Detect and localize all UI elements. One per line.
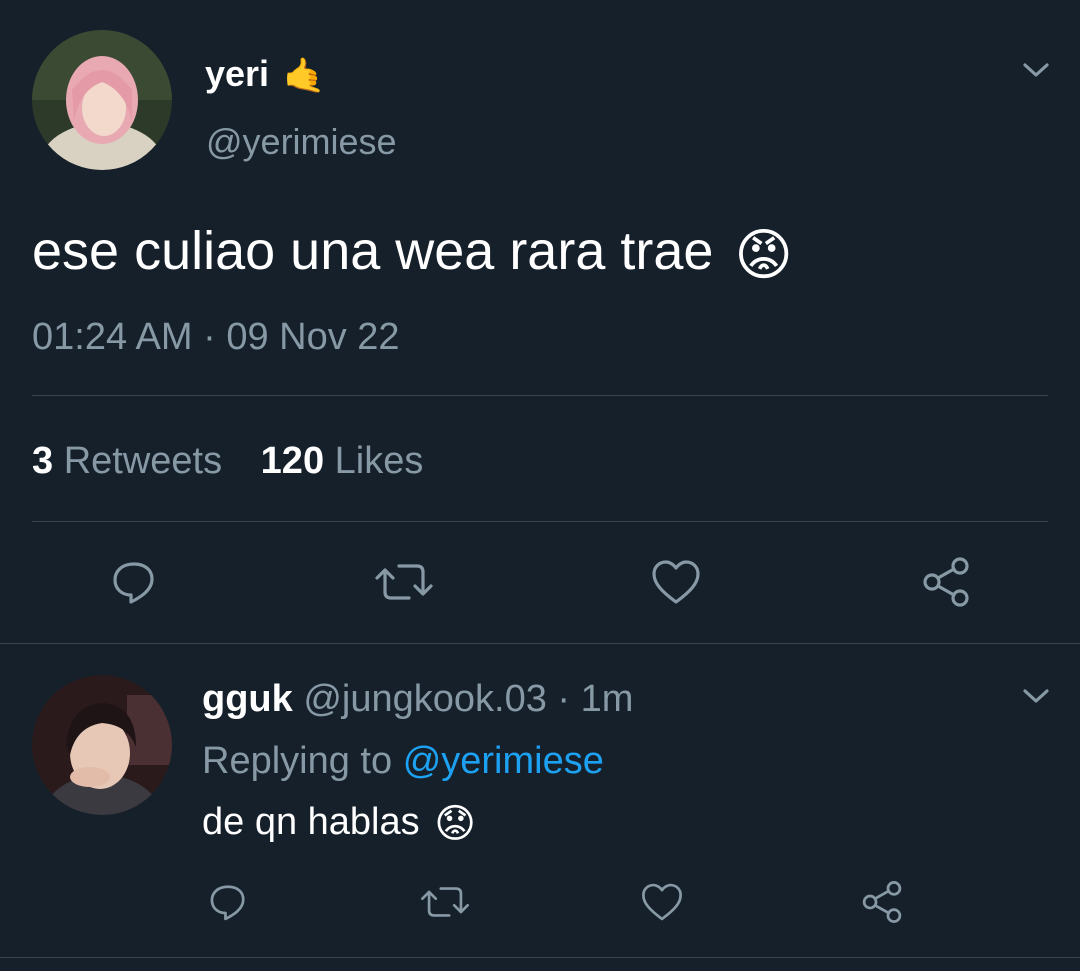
tweet-stats: 3 Retweets 120 Likes [32, 438, 423, 484]
divider [0, 957, 1080, 958]
reply-menu-chevron-icon[interactable] [1018, 678, 1054, 714]
like-icon [642, 883, 682, 921]
reply-like-button[interactable] [636, 878, 688, 926]
reply-icon [113, 562, 154, 604]
retweets-stat[interactable]: 3 Retweets [32, 440, 233, 482]
replying-to-handle[interactable]: @yerimiese [403, 740, 604, 782]
tweet-like-button[interactable] [646, 554, 706, 610]
tweet-text-content: ese culiao una wea rara trae [32, 221, 714, 281]
reply-text-content: de qn hablas [202, 801, 420, 843]
tweet-author-name[interactable]: yeri 🤙 [205, 52, 325, 98]
reply-retweet-button[interactable] [416, 878, 474, 926]
retweets-count: 3 [32, 440, 54, 482]
tweet-author-avatar[interactable] [32, 30, 172, 170]
reply-separator: · [557, 678, 571, 720]
tweet-timestamp[interactable]: 01:24 AM · 09 Nov 22 [32, 314, 400, 360]
reply-icon [210, 885, 245, 921]
tweet-menu-chevron-icon[interactable] [1018, 52, 1054, 88]
tweet-time: 01:24 AM [32, 316, 193, 358]
timestamp-separator: · [203, 316, 216, 358]
reply-time[interactable]: 1m [581, 678, 634, 720]
tweet-reply-button[interactable] [104, 554, 164, 610]
worried-face-emoji: 😟 [434, 801, 476, 846]
replying-to-prefix: Replying to [202, 740, 393, 782]
author-name-text[interactable]: yeri [205, 53, 269, 94]
reply-author-avatar[interactable] [32, 675, 172, 815]
share-icon [923, 557, 969, 607]
likes-label: Likes [334, 440, 424, 482]
angry-face-emoji: 😡 [734, 222, 793, 286]
retweet-icon [421, 887, 469, 917]
divider [0, 643, 1080, 644]
tweet-author-handle[interactable]: @yerimiese [206, 120, 397, 164]
reply-reply-button[interactable] [202, 878, 254, 926]
likes-count: 120 [260, 440, 325, 482]
tweet-retweet-button[interactable] [372, 554, 436, 610]
retweet-icon [375, 564, 433, 600]
divider [32, 395, 1048, 396]
likes-stat[interactable]: 120 Likes [261, 440, 424, 482]
divider [32, 521, 1048, 522]
retweets-label: Retweets [63, 440, 223, 482]
tweet-date: 09 Nov 22 [226, 316, 400, 358]
call-me-hand-emoji: 🤙 [283, 57, 326, 96]
share-icon [862, 881, 902, 923]
tweet-share-button[interactable] [916, 554, 976, 610]
reply-header: gguk @jungkook.03 · 1m [202, 676, 633, 722]
reply-author-name[interactable]: gguk [202, 678, 293, 720]
tweet-text: ese culiao una wea rara trae 😡 [32, 218, 793, 288]
replying-to: Replying to @yerimiese [202, 738, 604, 784]
reply-share-button[interactable] [856, 878, 908, 926]
reply-author-handle[interactable]: @jungkook.03 [303, 678, 547, 720]
like-icon [652, 560, 700, 604]
reply-text: de qn hablas 😟 [202, 799, 476, 847]
